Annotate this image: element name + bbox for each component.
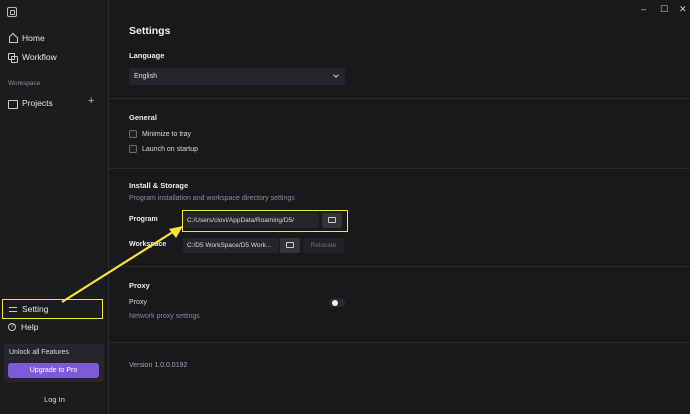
sidebar-item-home[interactable]: Home	[8, 33, 45, 43]
minimize-to-tray-checkbox[interactable]	[129, 130, 137, 138]
maximize-icon[interactable]: ☐	[660, 4, 668, 14]
workspace-path-value: C:/D5 WorkSpace/D5 Work...	[187, 242, 272, 249]
program-path-highlight	[182, 210, 348, 232]
upgrade-card: Unlock all Features Upgrade to Pro	[4, 344, 104, 382]
workspace-path-field[interactable]: C:/D5 WorkSpace/D5 Work...	[183, 238, 279, 253]
sidebar-item-label: Setting	[22, 304, 49, 314]
add-project-icon[interactable]: +	[88, 96, 94, 107]
upgrade-button[interactable]: Upgrade to Pro	[8, 363, 99, 378]
chevron-down-icon	[333, 72, 339, 78]
workspace-browse-button[interactable]	[280, 238, 300, 253]
folder-icon	[8, 99, 18, 109]
sidebar-item-label: Help	[21, 322, 39, 332]
divider	[109, 342, 690, 343]
sidebar-item-label: Home	[22, 33, 45, 43]
proxy-heading: Proxy	[129, 281, 150, 290]
launch-on-startup-option[interactable]: Launch on startup	[129, 145, 198, 153]
storage-description: Program installation and workspace direc…	[129, 195, 295, 202]
version-text: Version 1.0.0.0192	[129, 362, 188, 369]
general-heading: General	[129, 113, 157, 122]
sidebar-item-help[interactable]: ? Help	[8, 322, 38, 332]
help-icon: ?	[8, 323, 16, 331]
toggle-knob	[332, 299, 338, 306]
unlock-text: Unlock all Features	[9, 349, 69, 356]
app-logo-icon	[7, 7, 17, 17]
close-icon[interactable]: ✕	[679, 4, 687, 14]
minimize-icon[interactable]: –	[641, 4, 646, 14]
language-heading: Language	[129, 51, 165, 60]
relocate-button[interactable]: Relocate	[303, 238, 344, 253]
proxy-toggle[interactable]	[329, 298, 345, 307]
sidebar-item-projects[interactable]: Projects	[8, 98, 53, 109]
proxy-description: Network proxy settings	[129, 313, 200, 320]
storage-heading: Install & Storage	[129, 181, 189, 190]
login-button[interactable]: Log In	[0, 395, 109, 404]
sidebar-item-label: Projects	[22, 98, 53, 108]
language-selected-value: English	[134, 73, 157, 80]
sidebar-item-label: Workflow	[22, 52, 57, 62]
workspace-section-label: Workspace	[8, 80, 41, 87]
program-label: Program	[129, 216, 158, 223]
settings-panel: – ☐ ✕ Settings Language English General …	[109, 0, 690, 414]
sidebar-item-setting[interactable]: Setting	[2, 299, 103, 319]
option-label: Minimize to tray	[142, 130, 192, 138]
workspace-label: Workspace	[129, 241, 167, 248]
divider	[109, 266, 690, 267]
language-select[interactable]: English	[129, 68, 345, 85]
divider	[109, 168, 690, 169]
sliders-icon	[9, 306, 17, 313]
minimize-to-tray-option[interactable]: Minimize to tray	[129, 130, 191, 138]
launch-on-startup-checkbox[interactable]	[129, 145, 137, 153]
workflow-icon	[8, 52, 18, 63]
app-window: Home Workflow Workspace Projects + Setti…	[0, 0, 690, 414]
proxy-label: Proxy	[129, 299, 147, 306]
folder-open-icon	[286, 242, 294, 248]
sidebar-item-workflow[interactable]: Workflow	[8, 52, 57, 63]
home-icon	[8, 34, 18, 43]
page-title: Settings	[129, 25, 171, 37]
divider	[109, 98, 690, 99]
option-label: Launch on startup	[142, 145, 199, 153]
sidebar: Home Workflow Workspace Projects + Setti…	[0, 0, 109, 414]
